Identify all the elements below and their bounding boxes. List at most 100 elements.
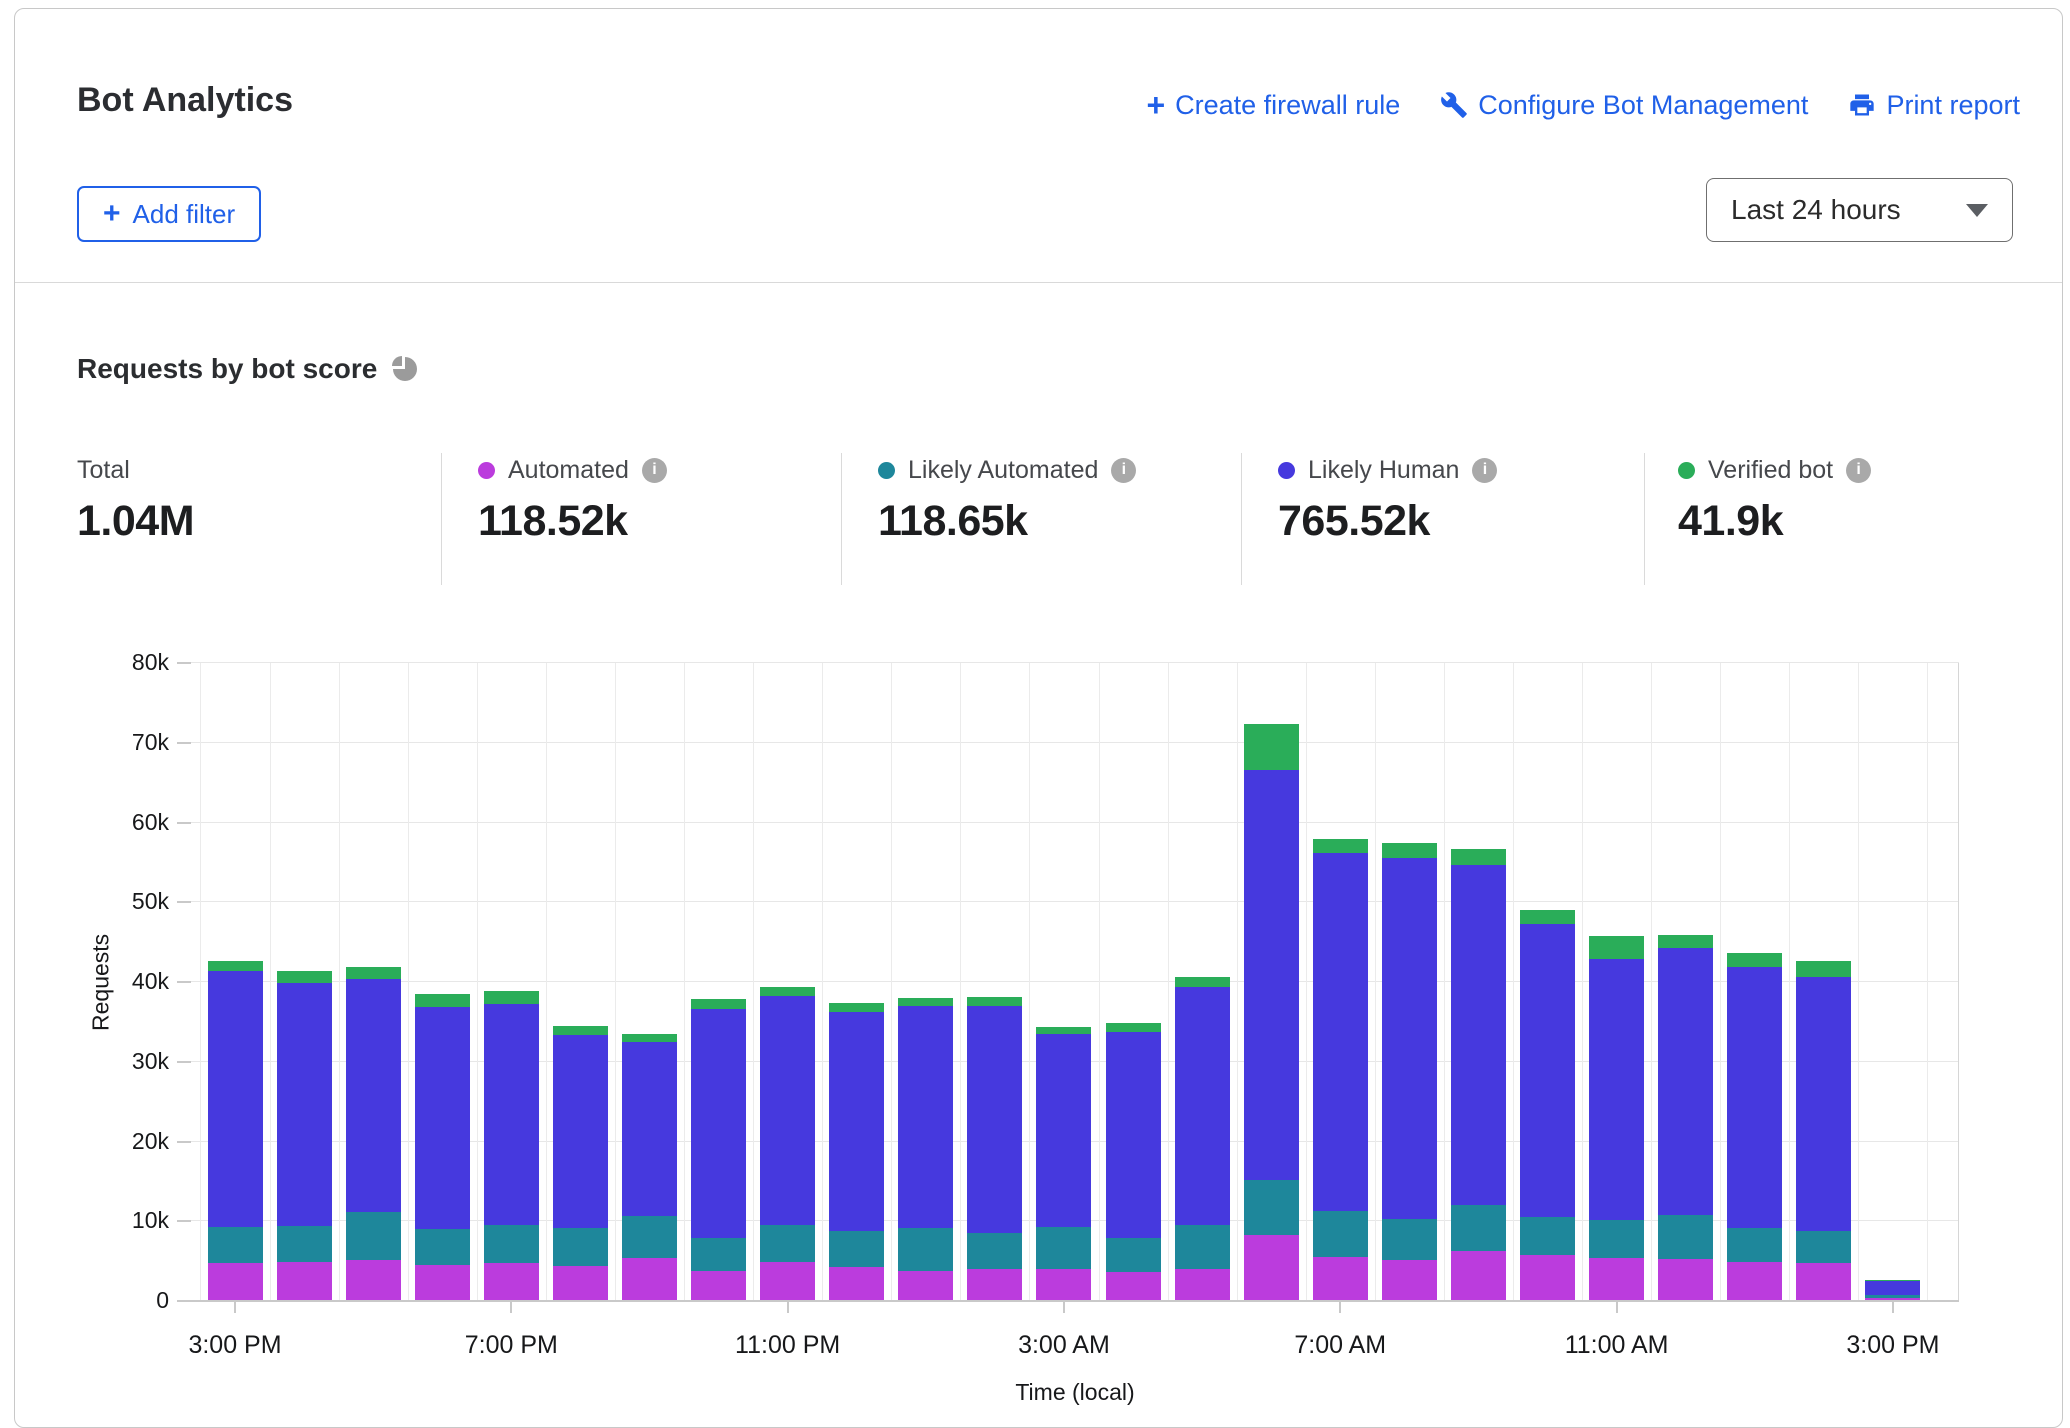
create-firewall-rule-link[interactable]: + Create firewall rule — [1146, 89, 1400, 121]
bar-segment-likely-human[interactable] — [1313, 853, 1368, 1212]
bar-segment-likely-automated[interactable] — [277, 1226, 332, 1262]
print-report-link[interactable]: Print report — [1848, 90, 2020, 121]
bar-segment-verified-bot[interactable] — [415, 994, 470, 1007]
info-icon[interactable]: i — [1472, 458, 1497, 483]
bar-segment-verified-bot[interactable] — [1175, 977, 1230, 987]
bar-segment-verified-bot[interactable] — [1727, 953, 1782, 967]
bar-segment-automated[interactable] — [1382, 1260, 1437, 1300]
info-icon[interactable]: i — [1846, 458, 1871, 483]
bar-segment-automated[interactable] — [1313, 1257, 1368, 1300]
bar-segment-likely-human[interactable] — [1106, 1032, 1161, 1238]
bar-segment-likely-automated[interactable] — [829, 1231, 884, 1268]
bar-segment-likely-automated[interactable] — [1244, 1180, 1299, 1234]
bar-segment-automated[interactable] — [691, 1271, 746, 1301]
bar-segment-verified-bot[interactable] — [691, 999, 746, 1009]
bar-segment-likely-human[interactable] — [346, 979, 401, 1212]
bar-segment-likely-automated[interactable] — [622, 1216, 677, 1257]
bar-segment-automated[interactable] — [346, 1260, 401, 1300]
bar-2-00-am-11[interactable] — [967, 997, 1022, 1300]
bar-segment-likely-automated[interactable] — [1036, 1227, 1091, 1269]
bar-5-00-pm-2[interactable] — [346, 967, 401, 1300]
bar-segment-likely-automated[interactable] — [691, 1238, 746, 1271]
bar-segment-automated[interactable] — [622, 1258, 677, 1300]
bar-segment-verified-bot[interactable] — [277, 971, 332, 982]
bar-segment-likely-human[interactable] — [1175, 987, 1230, 1225]
bar-segment-likely-automated[interactable] — [484, 1225, 539, 1262]
bar-3-00-pm-0[interactable] — [208, 961, 263, 1300]
bar-8-00-pm-5[interactable] — [553, 1026, 608, 1300]
bar-segment-likely-human[interactable] — [1589, 959, 1644, 1220]
bar-11-00-am-20[interactable] — [1589, 936, 1644, 1300]
info-icon[interactable]: i — [642, 458, 667, 483]
bar-segment-likely-automated[interactable] — [415, 1229, 470, 1265]
bar-segment-verified-bot[interactable] — [1520, 910, 1575, 924]
bar-segment-likely-automated[interactable] — [346, 1212, 401, 1260]
bar-segment-likely-human[interactable] — [1727, 967, 1782, 1229]
bar-9-00-am-18[interactable] — [1451, 849, 1506, 1300]
bar-segment-verified-bot[interactable] — [1036, 1027, 1091, 1034]
bar-segment-automated[interactable] — [484, 1263, 539, 1300]
bar-9-00-pm-6[interactable] — [622, 1034, 677, 1300]
bar-11-00-pm-8[interactable] — [760, 987, 815, 1300]
bar-segment-likely-automated[interactable] — [1382, 1219, 1437, 1260]
bar-7-00-am-16[interactable] — [1313, 839, 1368, 1300]
bar-7-00-pm-4[interactable] — [484, 991, 539, 1300]
bar-segment-automated[interactable] — [1589, 1258, 1644, 1300]
bar-6-00-pm-3[interactable] — [415, 994, 470, 1300]
bar-segment-verified-bot[interactable] — [1865, 1280, 1920, 1281]
bar-segment-verified-bot[interactable] — [760, 987, 815, 996]
bar-segment-verified-bot[interactable] — [967, 997, 1022, 1006]
bar-segment-verified-bot[interactable] — [346, 967, 401, 979]
bar-segment-likely-human[interactable] — [1036, 1034, 1091, 1226]
bar-segment-automated[interactable] — [1036, 1269, 1091, 1300]
bar-segment-verified-bot[interactable] — [898, 998, 953, 1006]
bar-segment-automated[interactable] — [1865, 1298, 1920, 1300]
bar-segment-verified-bot[interactable] — [622, 1034, 677, 1042]
bar-segment-likely-human[interactable] — [1658, 948, 1713, 1214]
bar-segment-likely-human[interactable] — [1865, 1281, 1920, 1295]
bar-segment-likely-human[interactable] — [691, 1009, 746, 1238]
bar-segment-verified-bot[interactable] — [1382, 843, 1437, 858]
bar-1-00-pm-22[interactable] — [1727, 953, 1782, 1300]
bar-5-00-am-14[interactable] — [1175, 977, 1230, 1300]
bar-segment-likely-human[interactable] — [1451, 865, 1506, 1206]
bar-10-00-am-19[interactable] — [1520, 910, 1575, 1300]
bar-segment-automated[interactable] — [1175, 1269, 1230, 1300]
bar-segment-likely-automated[interactable] — [1106, 1238, 1161, 1272]
bar-3-00-pm-24[interactable] — [1865, 1280, 1920, 1300]
bar-segment-verified-bot[interactable] — [553, 1026, 608, 1035]
bar-segment-verified-bot[interactable] — [1589, 936, 1644, 959]
bar-segment-likely-automated[interactable] — [1451, 1205, 1506, 1251]
bar-segment-likely-automated[interactable] — [1175, 1225, 1230, 1269]
bar-segment-automated[interactable] — [1796, 1263, 1851, 1300]
bar-10-00-pm-7[interactable] — [691, 999, 746, 1300]
bar-segment-likely-human[interactable] — [553, 1035, 608, 1228]
bar-segment-automated[interactable] — [829, 1267, 884, 1300]
bar-segment-likely-automated[interactable] — [967, 1233, 1022, 1269]
bar-segment-automated[interactable] — [277, 1262, 332, 1300]
bar-segment-verified-bot[interactable] — [1451, 849, 1506, 864]
info-icon[interactable]: i — [1111, 458, 1136, 483]
bar-segment-likely-automated[interactable] — [1865, 1295, 1920, 1297]
bar-segment-automated[interactable] — [415, 1265, 470, 1300]
bar-segment-likely-human[interactable] — [829, 1012, 884, 1231]
bar-segment-likely-human[interactable] — [1244, 770, 1299, 1181]
bar-segment-automated[interactable] — [1520, 1255, 1575, 1300]
bar-segment-automated[interactable] — [1244, 1235, 1299, 1300]
bar-segment-likely-automated[interactable] — [1727, 1228, 1782, 1261]
bar-2-00-pm-23[interactable] — [1796, 961, 1851, 1300]
bar-segment-likely-human[interactable] — [622, 1042, 677, 1217]
bar-segment-likely-automated[interactable] — [1313, 1211, 1368, 1256]
bar-segment-automated[interactable] — [1727, 1262, 1782, 1300]
bar-segment-likely-human[interactable] — [898, 1006, 953, 1229]
bar-segment-automated[interactable] — [760, 1262, 815, 1300]
bar-segment-automated[interactable] — [1106, 1272, 1161, 1300]
bar-segment-likely-human[interactable] — [967, 1006, 1022, 1233]
bar-segment-likely-human[interactable] — [1520, 924, 1575, 1217]
bar-segment-likely-automated[interactable] — [898, 1228, 953, 1270]
bar-12-00-pm-21[interactable] — [1658, 935, 1713, 1300]
bar-6-00-am-15[interactable] — [1244, 724, 1299, 1300]
bar-segment-likely-human[interactable] — [760, 996, 815, 1225]
bar-12-00-am-9[interactable] — [829, 1003, 884, 1300]
bar-segment-likely-automated[interactable] — [1658, 1215, 1713, 1259]
